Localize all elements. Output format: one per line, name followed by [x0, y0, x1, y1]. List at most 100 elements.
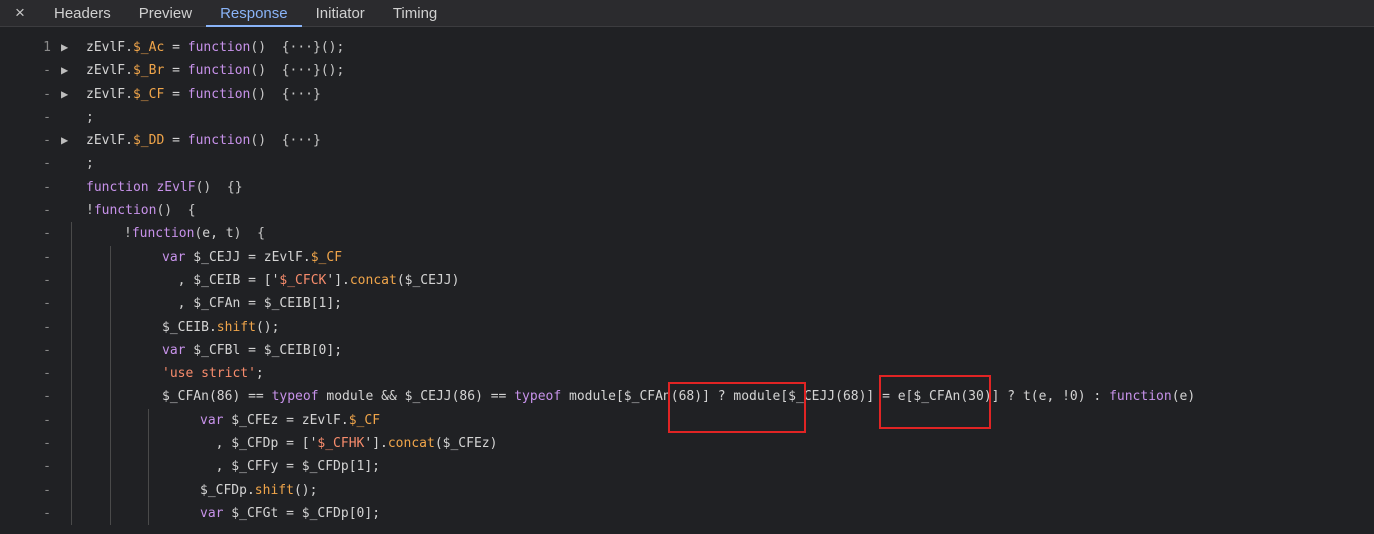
indent-guide	[110, 315, 111, 339]
response-code-view[interactable]: 1 ▶ zEvlF.$_Ac = function() {···}(); - ▶ zEvl…	[0, 36, 1374, 534]
code-text: zEvlF.$_CF = function() {···}	[86, 83, 321, 106]
code-text: , $_CFFy = $_CFDp[1];	[200, 455, 380, 478]
indent-guide	[110, 501, 111, 526]
code-line: - !function() {	[0, 199, 1374, 222]
code-token: () {}	[195, 179, 243, 195]
indent-guide	[71, 408, 72, 433]
code-text: $_CFDp.shift();	[200, 479, 317, 502]
expand-arrow-icon[interactable]: ▶	[61, 59, 75, 82]
code-line: -;	[0, 106, 1374, 129]
code-token: function	[1109, 389, 1172, 405]
code-token: ;	[255, 366, 264, 382]
code-line: - var $_CEJJ = zEvlF.$_CF	[0, 245, 1374, 269]
code-text: ;	[86, 152, 94, 175]
line-number: -	[43, 156, 51, 172]
code-text: ;	[86, 106, 94, 129]
code-line: - var $_CFBl = $_CEIB[0];	[0, 338, 1374, 363]
code-token: $_CF	[132, 86, 165, 102]
code-text: var $_CFEz = zEvlF.$_CF	[200, 409, 380, 432]
code-token: zEvlF	[86, 63, 126, 79]
expand-arrow-icon[interactable]: ▶	[61, 36, 75, 59]
code-line: - ▶ zEvlF.$_Br = function() {···}();	[0, 59, 1374, 82]
code-line: - ▶ zEvlF.$_DD = function() {···}	[0, 129, 1374, 152]
expand-arrow-icon[interactable]: ▶	[61, 129, 75, 152]
line-number: -	[43, 342, 51, 358]
code-token: .	[125, 133, 133, 149]
indent-guide	[71, 455, 72, 479]
line-number: -	[43, 296, 51, 312]
code-text: zEvlF.$_Ac = function() {···}();	[86, 36, 344, 59]
code-token: $_DD	[132, 133, 165, 149]
code-token: function	[187, 86, 251, 102]
code-token: .	[125, 86, 133, 102]
code-token: $_CFHK	[317, 436, 365, 452]
code-text: 'use strict';	[162, 362, 264, 385]
tab-timing[interactable]: Timing	[379, 0, 451, 26]
code-text: $_CEIB.shift();	[162, 316, 279, 339]
code-token: ) {	[233, 226, 265, 242]
code-token: $_CF	[348, 412, 381, 428]
indent-guide	[110, 432, 111, 456]
code-line: - , $_CFAn = $_CEIB[1];	[0, 292, 1374, 316]
tab-response[interactable]: Response	[206, 0, 302, 27]
code-token: '].	[326, 272, 350, 288]
code-token: $_CEIB.	[162, 319, 217, 335]
close-icon[interactable]: ×	[0, 0, 40, 26]
line-number: -	[43, 272, 51, 288]
line-number: -	[43, 412, 51, 428]
code-text: , $_CEIB = ['$_CFCK'].concat($_CEJJ)	[162, 269, 460, 292]
code-line: - ▶ zEvlF.$_CF = function() {···}	[0, 83, 1374, 106]
line-number: -	[43, 389, 51, 405]
code-token: $_CFDp.	[200, 482, 255, 498]
code-token: function	[187, 133, 251, 149]
code-line: - !function(e, t) {	[0, 222, 1374, 246]
code-token: concat	[387, 436, 435, 452]
code-line: - function zEvlF() {}	[0, 176, 1374, 199]
indent-guide	[71, 501, 72, 526]
code-token: $_Br	[132, 63, 165, 79]
code-line: - $_CEIB.shift();	[0, 315, 1374, 339]
code-token: $_CFCK	[279, 272, 327, 288]
code-token: concat	[349, 272, 397, 288]
code-token: $_Ac	[132, 40, 165, 55]
code-token: $_CEJJ = zEvlF.	[185, 249, 311, 265]
code-text: !function(e, t) {	[124, 222, 265, 245]
code-text: var $_CFGt = $_CFDp[0];	[200, 502, 380, 525]
code-token: e, t	[202, 226, 234, 242]
line-number: -	[43, 249, 51, 265]
code-token: function	[131, 226, 195, 242]
code-token: function	[86, 179, 149, 195]
expand-arrow-icon[interactable]: ▶	[61, 83, 75, 106]
code-token: ();	[255, 319, 280, 335]
code-token: (e)	[1171, 389, 1196, 405]
indent-guide	[71, 268, 72, 293]
indent-guide	[110, 385, 111, 409]
indent-guide	[148, 478, 149, 502]
code-token: , $_CEIB = ['	[162, 272, 280, 288]
line-number: -	[43, 179, 51, 195]
tab-preview[interactable]: Preview	[125, 0, 206, 26]
tab-headers[interactable]: Headers	[40, 0, 125, 26]
code-token: '].	[364, 436, 388, 452]
code-token: function	[93, 203, 157, 219]
code-token: var	[162, 249, 186, 265]
devtools-tab-bar: × Headers Preview Response Initiator Tim…	[0, 0, 1374, 27]
code-token: () {	[156, 203, 196, 219]
code-token: ;	[86, 109, 94, 125]
line-number: -	[43, 63, 51, 79]
line-number: -	[43, 366, 51, 382]
code-token: , $_CFFy = $_CFDp[1];	[200, 459, 381, 475]
tab-initiator[interactable]: Initiator	[302, 0, 379, 26]
code-token: () {···}	[250, 86, 321, 102]
code-token: ($_CEJJ)	[396, 272, 460, 288]
indent-guide	[71, 338, 72, 363]
code-token: () {···}	[250, 133, 321, 149]
code-token: module[$_CFAn(68)] ? module[$_CEJJ(68)] …	[561, 389, 1110, 405]
indent-guide	[148, 408, 149, 433]
code-token: !	[86, 203, 94, 219]
code-line: 1 ▶ zEvlF.$_Ac = function() {···}();	[0, 36, 1374, 59]
line-number: -	[43, 505, 51, 521]
line-number: -	[43, 459, 51, 475]
code-token: .	[125, 63, 133, 79]
line-number: -	[43, 482, 51, 498]
